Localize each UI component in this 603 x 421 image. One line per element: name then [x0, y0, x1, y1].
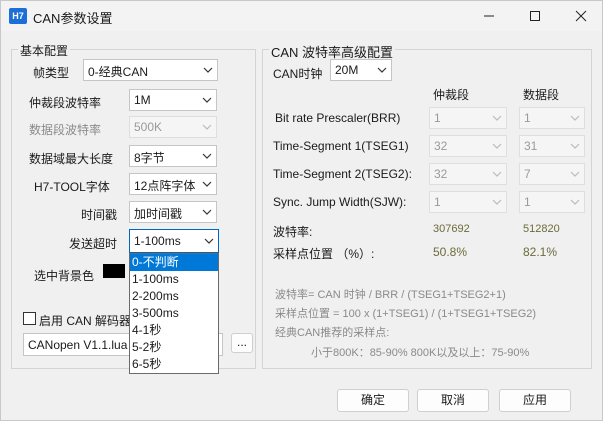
column-header-data: 数据段: [523, 88, 560, 102]
data-baud-label: 数据段波特率: [29, 123, 102, 137]
data-baud-value: 500K: [134, 120, 163, 134]
font-select[interactable]: 12点阵字体: [129, 173, 217, 195]
timeout-label: 发送超时: [69, 237, 118, 251]
sjw-arb-value: 1: [434, 195, 441, 209]
chevron-down-icon: [204, 238, 214, 244]
baud-data-result: 512820: [523, 223, 560, 235]
arb-baud-label: 仲裁段波特率: [29, 96, 102, 110]
brr-data-select[interactable]: 1: [519, 107, 585, 129]
chevron-down-icon: [377, 67, 387, 73]
arb-baud-select[interactable]: 1M: [129, 89, 217, 111]
chevron-down-icon: [203, 67, 213, 73]
minimize-button[interactable]: [466, 1, 512, 31]
can-clock-label: CAN时钟: [273, 67, 323, 81]
dropdown-option[interactable]: 1-100ms: [130, 271, 218, 288]
tseg1-data-value: 31: [524, 139, 538, 153]
tseg1-arb-value: 32: [434, 139, 448, 153]
sjw-label: Sync. Jump Width(SJW):: [273, 195, 407, 209]
chevron-down-icon: [570, 171, 580, 177]
column-header-arbitration: 仲裁段: [433, 88, 470, 102]
tseg2-data-value: 7: [524, 167, 531, 181]
recommend-title: 经典CAN推荐的采样点:: [275, 327, 390, 339]
brr-arb-value: 1: [434, 111, 441, 125]
data-len-label: 数据域最大长度: [29, 152, 114, 166]
sample-arb-result: 50.8%: [433, 245, 468, 259]
apply-button[interactable]: 应用: [499, 389, 571, 412]
timestamp-select[interactable]: 加时间戳: [129, 201, 217, 223]
ok-button[interactable]: 确定: [337, 389, 409, 412]
close-icon: [575, 10, 587, 22]
chevron-down-icon: [570, 199, 580, 205]
brr-arb-select[interactable]: 1: [429, 107, 507, 129]
can-clock-select[interactable]: 20M: [330, 59, 392, 81]
browse-button[interactable]: ...: [231, 333, 253, 353]
sjw-arb-select[interactable]: 1: [429, 191, 507, 213]
sjw-data-value: 1: [524, 195, 531, 209]
brr-label: Bit rate Prescaler(BRR): [275, 111, 401, 125]
basic-config-title: 基本配置: [18, 42, 71, 59]
chevron-down-icon: [492, 143, 502, 149]
chevron-down-icon: [202, 181, 212, 187]
sample-data-result: 82.1%: [523, 245, 558, 259]
data-len-select[interactable]: 8字节: [129, 145, 217, 167]
maximize-icon: [530, 11, 540, 21]
bg-color-label: 选中背景色: [34, 269, 95, 283]
baud-result-label: 波特率:: [273, 225, 313, 239]
tseg2-arb-select[interactable]: 32: [429, 163, 507, 185]
sample-formula: 采样点位置 = 100 x (1+TSEG1) / (1+TSEG1+TSEG2…: [275, 308, 537, 320]
data-baud-select[interactable]: 500K: [129, 116, 217, 138]
chevron-down-icon: [202, 97, 212, 103]
timestamp-label: 时间戳: [81, 208, 118, 222]
chevron-down-icon: [570, 143, 580, 149]
cancel-button[interactable]: 取消: [417, 389, 489, 412]
can-settings-window: H7 CAN参数设置 基本配置 帧类型 0-经典CAN 仲裁段波特率 1M 数据…: [0, 0, 603, 421]
baud-arb-result: 307692: [433, 223, 470, 235]
chevron-down-icon: [202, 209, 212, 215]
timestamp-value: 加时间戳: [134, 207, 183, 221]
timeout-select[interactable]: 1-100ms: [129, 229, 219, 253]
tseg2-arb-value: 32: [434, 167, 448, 181]
dropdown-option[interactable]: 5-2秒: [130, 339, 218, 356]
dropdown-option[interactable]: 0-不判断: [130, 254, 218, 271]
close-button[interactable]: [558, 1, 603, 31]
timeout-value: 1-100ms: [134, 234, 181, 248]
bg-color-swatch[interactable]: [103, 264, 125, 278]
sjw-data-select[interactable]: 1: [519, 191, 585, 213]
title-bar: H7 CAN参数设置: [1, 1, 602, 31]
chevron-down-icon: [570, 115, 580, 121]
can-clock-value: 20M: [335, 63, 359, 77]
dropdown-option[interactable]: 6-5秒: [130, 356, 218, 373]
arb-baud-value: 1M: [134, 93, 151, 107]
timeout-dropdown-list: 0-不判断 1-100ms 2-200ms 3-500ms 4-1秒 5-2秒 …: [129, 253, 219, 374]
font-value: 12点阵字体: [134, 179, 196, 193]
chevron-down-icon: [202, 124, 212, 130]
tseg1-data-select[interactable]: 31: [519, 135, 585, 157]
dropdown-option[interactable]: 2-200ms: [130, 288, 218, 305]
chevron-down-icon: [492, 171, 502, 177]
dropdown-option[interactable]: 3-500ms: [130, 305, 218, 322]
recommend-values: 小于800K：85-90% 800K以及以上：75-90%: [311, 347, 530, 359]
dropdown-option[interactable]: 4-1秒: [130, 322, 218, 339]
tseg1-label: Time-Segment 1(TSEG1): [273, 139, 409, 153]
tseg1-arb-select[interactable]: 32: [429, 135, 507, 157]
enable-decoder-checkbox[interactable]: [23, 312, 36, 325]
frame-type-select[interactable]: 0-经典CAN: [83, 59, 218, 81]
chevron-down-icon: [492, 115, 502, 121]
app-icon: H7: [9, 8, 27, 24]
tseg2-data-select[interactable]: 7: [519, 163, 585, 185]
frame-type-value: 0-经典CAN: [88, 65, 149, 79]
chevron-down-icon: [492, 199, 502, 205]
font-label: H7-TOOL字体: [34, 180, 110, 194]
tseg2-label: Time-Segment 2(TSEG2):: [273, 167, 412, 181]
frame-type-label: 帧类型: [33, 66, 70, 80]
brr-data-value: 1: [524, 111, 531, 125]
sample-point-label: 采样点位置 （%）:: [273, 247, 375, 261]
window-title: CAN参数设置: [33, 11, 113, 26]
enable-decoder-label: 启用 CAN 解码器: [39, 314, 132, 328]
data-len-value: 8字节: [134, 151, 165, 165]
maximize-button[interactable]: [512, 1, 558, 31]
baud-formula: 波特率= CAN 时钟 / BRR / (TSEG1+TSEG2+1): [275, 289, 506, 301]
minimize-icon: [484, 15, 494, 17]
chevron-down-icon: [202, 153, 212, 159]
